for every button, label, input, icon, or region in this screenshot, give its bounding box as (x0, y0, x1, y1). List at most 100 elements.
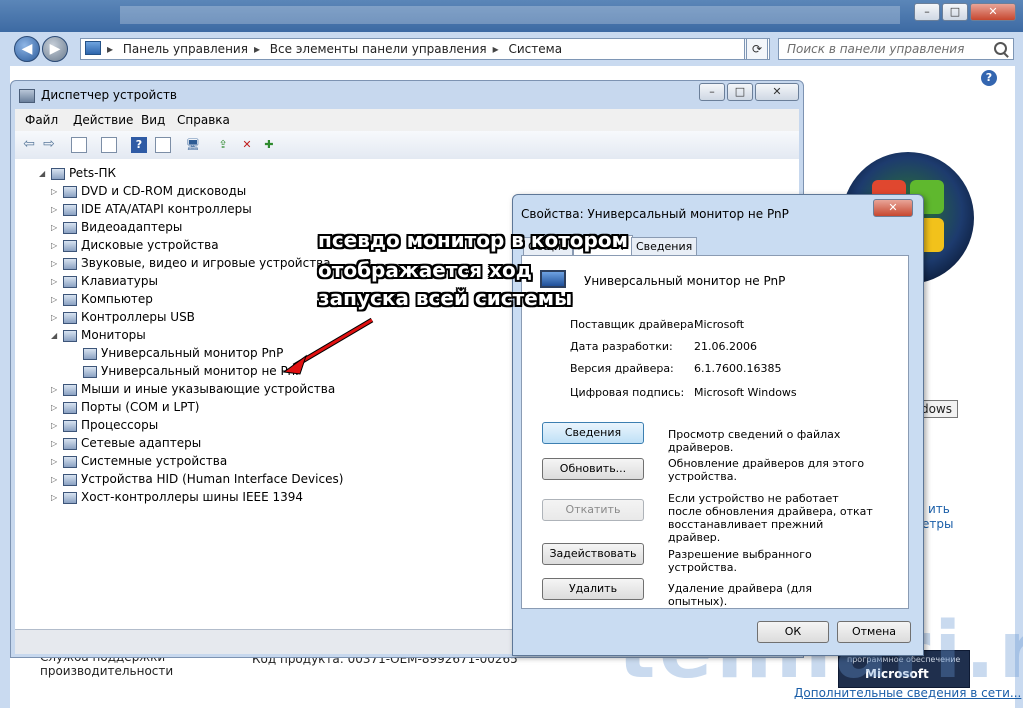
minimize-button[interactable]: – (699, 83, 725, 101)
toolbar-view-icon[interactable] (155, 137, 171, 153)
field-label: Дата разработки: (570, 340, 673, 353)
expand-arrow-icon[interactable]: ▷ (51, 223, 57, 232)
tree-category-item[interactable]: Порты (COM и LPT) (81, 400, 199, 414)
control-panel-icon (85, 41, 101, 55)
tab-details[interactable]: Сведения (631, 237, 698, 255)
maximize-button[interactable]: □ (727, 83, 753, 101)
tree-category-item[interactable]: Системные устройства (81, 454, 227, 468)
close-button[interactable]: ✕ (755, 83, 799, 101)
device-category-icon (63, 384, 77, 396)
enable-button[interactable]: Задействовать (542, 543, 644, 565)
device-manager-icon (19, 89, 35, 103)
menu-file[interactable]: Файл (25, 113, 58, 127)
collapse-arrow-icon[interactable]: ◢ (39, 169, 45, 178)
rollback-button[interactable]: Откатить (542, 499, 644, 521)
ok-button[interactable]: ОК (757, 621, 829, 643)
breadcrumb-item[interactable]: Панель управления (123, 39, 248, 59)
device-category-icon (63, 186, 77, 198)
bg-minimize-button[interactable]: – (914, 3, 940, 21)
refresh-button[interactable]: ⟳ (746, 38, 768, 60)
device-category-icon (63, 240, 77, 252)
cp-link-partial[interactable]: етры (922, 517, 953, 531)
tree-category-item[interactable]: Хост-контроллеры шины IEEE 1394 (81, 490, 303, 504)
navigation-bar: ◀ ▶ ▸ Панель управления ▸ Все элементы па… (10, 34, 1020, 64)
update-driver-button[interactable]: Обновить... (542, 458, 644, 480)
breadcrumb-item[interactable]: Система (509, 39, 563, 59)
expand-arrow-icon[interactable]: ▷ (51, 403, 57, 412)
toolbar-help-icon[interactable]: ? (131, 137, 147, 153)
tree-category-item[interactable]: Компьютер (81, 292, 153, 306)
driver-tab-panel: Универсальный монитор не PnP Поставщик д… (521, 255, 909, 609)
device-category-icon (63, 402, 77, 414)
expand-arrow-icon[interactable]: ▷ (51, 187, 57, 196)
help-icon[interactable]: ? (981, 70, 997, 86)
dialog-close-button[interactable]: ✕ (873, 199, 913, 217)
collapse-arrow-icon[interactable]: ◢ (51, 331, 57, 340)
toolbar: ⇦ ⇨ ? 🖥 ⇪ ✕ ✚ (15, 131, 799, 160)
tree-device-item[interactable]: Универсальный монитор PnP (101, 346, 283, 360)
annotation-arrow-icon (282, 317, 374, 375)
refresh-icon: ⟳ (751, 42, 763, 56)
tree-category-item[interactable]: Устройства HID (Human Interface Devices) (81, 472, 343, 486)
toolbar-update-driver-icon[interactable]: ⇪ (215, 137, 231, 153)
menu-view[interactable]: Вид (141, 113, 165, 127)
tree-device-item[interactable]: Универсальный монитор не PnP (101, 364, 302, 378)
device-category-icon (63, 258, 77, 270)
bg-close-button[interactable]: ✕ (970, 3, 1016, 21)
annotation-line: псевдо монитор в котором (318, 228, 628, 252)
field-label: Поставщик драйвера: (570, 318, 698, 331)
expand-arrow-icon[interactable]: ▷ (51, 259, 57, 268)
tree-category-item[interactable]: IDE ATA/ATAPI контроллеры (81, 202, 252, 216)
toolbar-properties-icon[interactable] (101, 137, 117, 153)
tree-category-item[interactable]: Дисковые устройства (81, 238, 219, 252)
toolbar-tree-icon[interactable] (71, 137, 87, 153)
action-description: Разрешение выбранного устройства. (668, 548, 812, 574)
menu-action[interactable]: Действие (73, 113, 133, 127)
tree-category-item[interactable]: Сетевые адаптеры (81, 436, 201, 450)
toolbar-scan-icon[interactable]: 🖥 (185, 137, 201, 153)
expand-arrow-icon[interactable]: ▷ (51, 205, 57, 214)
tree-category-item[interactable]: Мониторы (81, 328, 146, 342)
menu-help[interactable]: Справка (177, 113, 230, 127)
toolbar-forward-icon[interactable]: ⇨ (41, 137, 57, 153)
expand-arrow-icon[interactable]: ▷ (51, 421, 57, 430)
cancel-button[interactable]: Отмена (837, 621, 911, 643)
expand-arrow-icon[interactable]: ▷ (51, 493, 57, 502)
tree-category-item[interactable]: Процессоры (81, 418, 158, 432)
tree-category-item[interactable]: DVD и CD-ROM дисководы (81, 184, 246, 198)
forward-button[interactable]: ▶ (42, 36, 68, 62)
bg-maximize-button[interactable]: □ (942, 3, 968, 21)
field-value: Microsoft (694, 318, 745, 331)
toolbar-enable-icon[interactable]: ✚ (261, 137, 277, 153)
tree-category-item[interactable]: Мыши и иные указывающие устройства (81, 382, 335, 396)
breadcrumb-item[interactable]: Все элементы панели управления (270, 39, 487, 59)
expand-arrow-icon[interactable]: ▷ (51, 241, 57, 250)
address-bar[interactable]: ▸ Панель управления ▸ Все элементы панели… (80, 38, 770, 60)
cp-link-partial[interactable]: ить (928, 502, 950, 516)
details-button[interactable]: Сведения (542, 422, 644, 444)
device-category-icon (63, 312, 77, 324)
expand-arrow-icon[interactable]: ▷ (51, 295, 57, 304)
expand-arrow-icon[interactable]: ▷ (51, 457, 57, 466)
toolbar-uninstall-icon[interactable]: ✕ (239, 137, 255, 153)
toolbar-back-icon[interactable]: ⇦ (21, 137, 37, 153)
expand-arrow-icon[interactable]: ▷ (51, 475, 57, 484)
expand-arrow-icon[interactable]: ▷ (51, 439, 57, 448)
tree-category-item[interactable]: Клавиатуры (81, 274, 158, 288)
field-label: Версия драйвера: (570, 362, 674, 375)
tree-category-item[interactable]: Контроллеры USB (81, 310, 195, 324)
uninstall-button[interactable]: Удалить (542, 578, 644, 600)
tree-category-item[interactable]: Видеоадаптеры (81, 220, 182, 234)
device-category-icon (63, 474, 77, 486)
annotation-line: запуска всей системы (318, 286, 573, 310)
device-category-icon (63, 222, 77, 234)
tree-root[interactable]: Pets-ПК (69, 166, 116, 180)
back-button[interactable]: ◀ (14, 36, 40, 62)
expand-arrow-icon[interactable]: ▷ (51, 313, 57, 322)
search-input[interactable]: Поиск в панели управления (778, 38, 1014, 60)
expand-arrow-icon[interactable]: ▷ (51, 385, 57, 394)
tree-category-item[interactable]: Звуковые, видео и игровые устройства (81, 256, 331, 270)
search-icon[interactable] (994, 42, 1007, 55)
menu-bar: Файл Действие Вид Справка (15, 109, 799, 131)
expand-arrow-icon[interactable]: ▷ (51, 277, 57, 286)
